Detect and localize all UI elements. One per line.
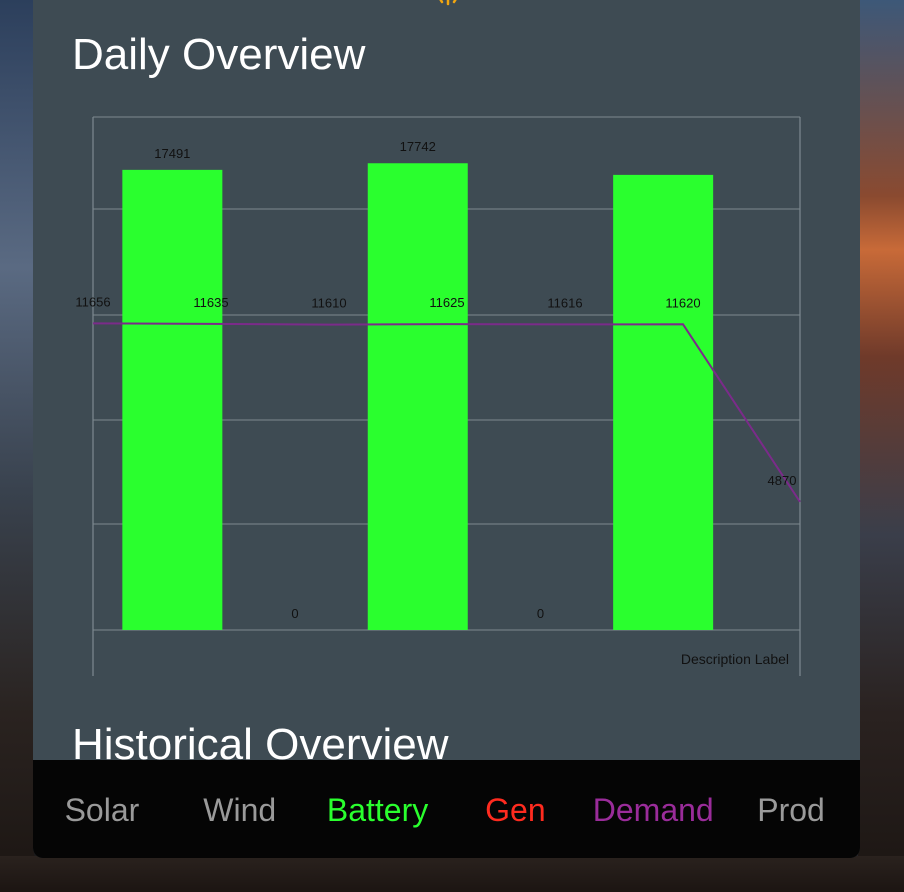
- daily-chart: 17491 0 17742 0 11656 11635 11610 11625 11616 116…: [75, 116, 801, 676]
- tab-gen[interactable]: Gen: [446, 790, 584, 829]
- chart-line-label: 11625: [429, 295, 464, 310]
- chart-bar: [367, 163, 468, 631]
- app-window: Daily Overview 17491 0 17742 0 11656 11635 116…: [33, 0, 860, 858]
- chart-line-label: 11656: [75, 294, 110, 309]
- chart-bar-label: 0: [291, 606, 298, 621]
- desktop-wallpaper-right: [858, 0, 904, 892]
- desktop-wallpaper-bottom: [0, 856, 904, 892]
- chart-bar-label: 17742: [400, 139, 436, 154]
- chart-bar: [122, 169, 223, 630]
- desktop-wallpaper-left: [0, 0, 34, 892]
- chart-line-label: 11620: [665, 295, 700, 310]
- tab-bar: Solar Wind Battery Gen Demand Prod: [33, 760, 860, 858]
- chart-bar-label: 17491: [154, 146, 190, 161]
- tab-battery[interactable]: Battery: [309, 790, 447, 829]
- chart-bar: [613, 174, 714, 630]
- chart-line-label: 4870: [768, 473, 797, 488]
- tab-demand[interactable]: Demand: [584, 790, 722, 829]
- chart-description-label: Description Label: [681, 651, 789, 667]
- tab-wind[interactable]: Wind: [171, 790, 309, 829]
- tab-solar[interactable]: Solar: [33, 790, 171, 829]
- chart-bar-label: 0: [537, 606, 544, 621]
- tab-prod[interactable]: Prod: [722, 790, 860, 829]
- chart-line-label: 11616: [547, 295, 582, 310]
- chart-line-label: 11635: [193, 295, 228, 310]
- chart-line-label: 11610: [311, 296, 346, 311]
